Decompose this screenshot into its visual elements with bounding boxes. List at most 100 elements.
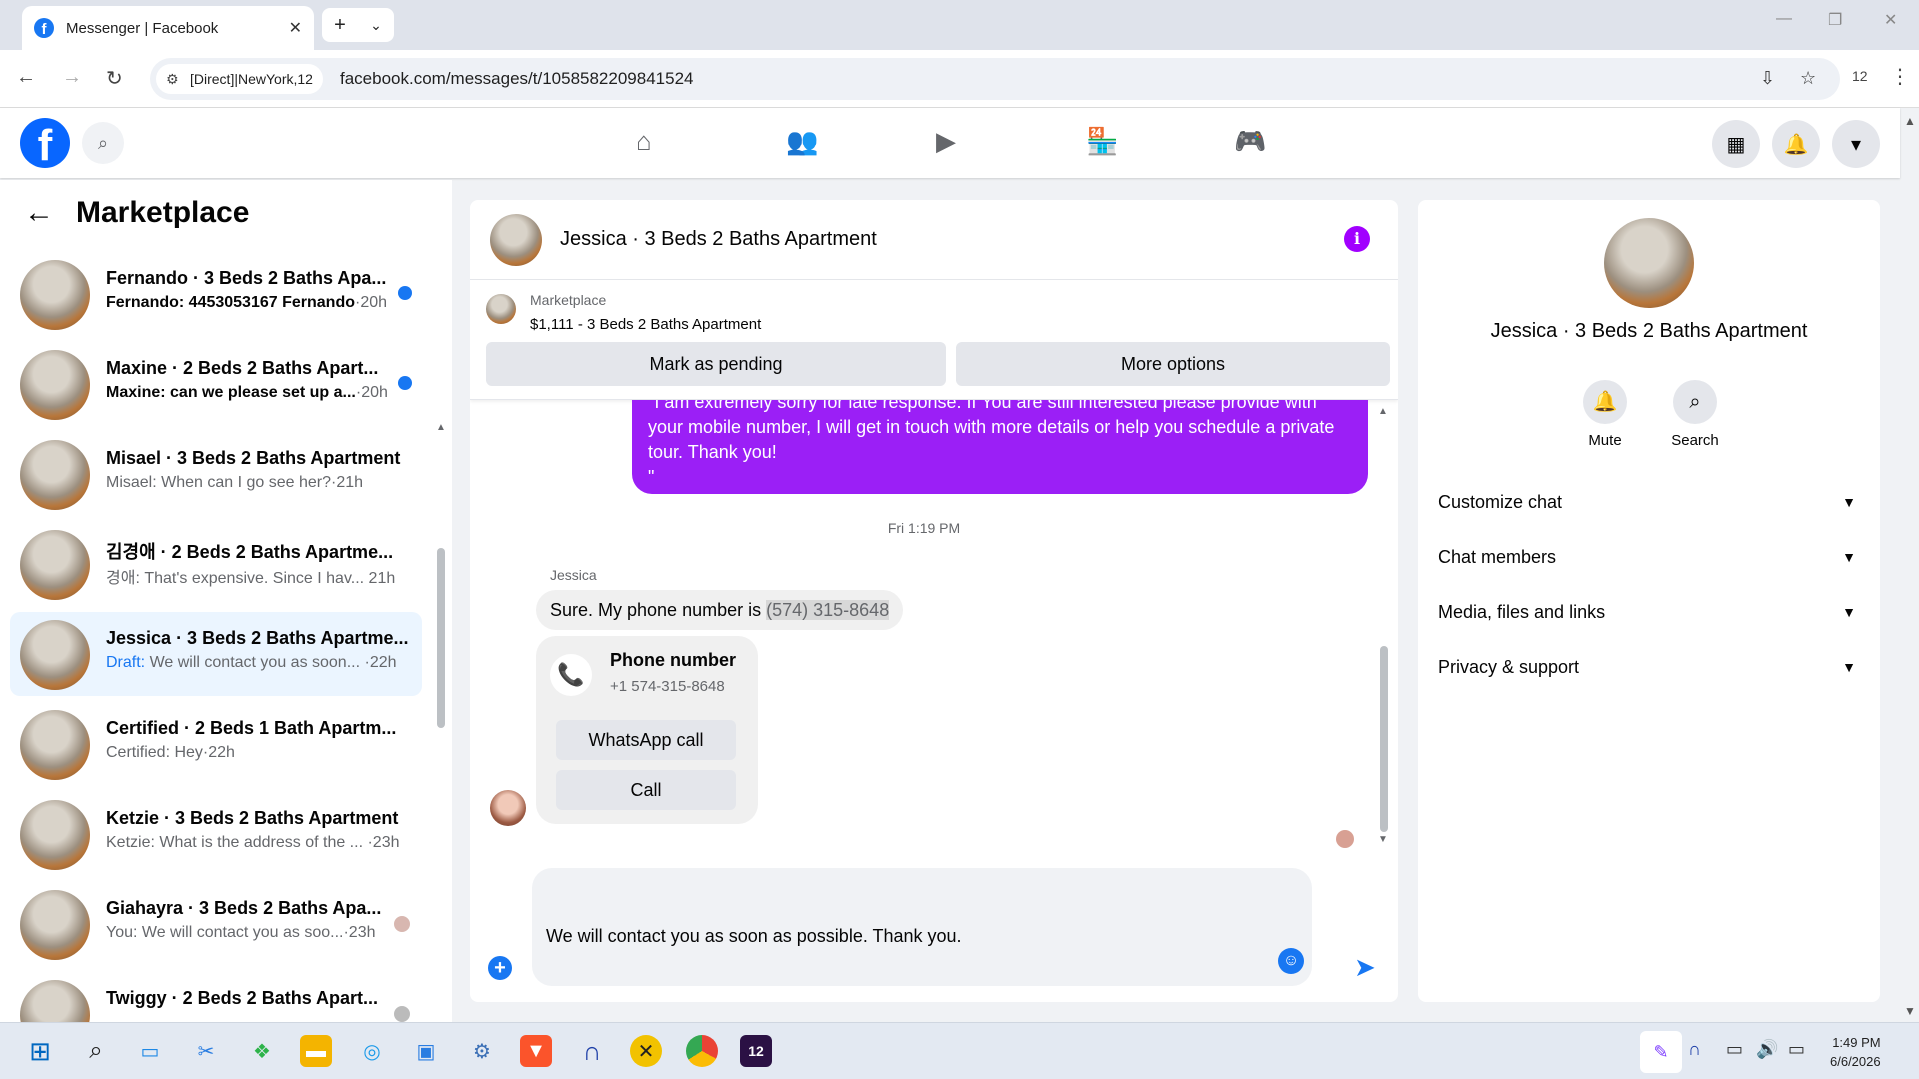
friends-icon[interactable]: 👥	[786, 126, 818, 157]
emoji-icon[interactable]: ☺	[1278, 948, 1304, 974]
conversation-item[interactable]: Twiggy · 2 Beds 2 Baths Apart...	[10, 972, 422, 1022]
home-icon[interactable]: ⌂	[636, 126, 652, 157]
browser-menu-icon[interactable]: ⋮	[1890, 64, 1910, 89]
page-scroll-down-icon[interactable]: ▼	[1904, 1004, 1916, 1018]
scroll-up-icon[interactable]: ▲	[436, 422, 446, 433]
add-attachment-icon[interactable]: +	[488, 956, 512, 980]
conversation-item[interactable]: Certified · 2 Beds 1 Bath Apartm... Cert…	[10, 702, 422, 786]
restore-icon[interactable]: ❐	[1828, 10, 1842, 30]
network-tool-icon[interactable]: ⚙	[466, 1035, 498, 1067]
marketplace-icon[interactable]: 🏪	[1086, 126, 1118, 157]
chat-scrollbar[interactable]: ▲ ▼	[1378, 406, 1390, 846]
chrome-icon[interactable]	[686, 1035, 718, 1067]
url-text[interactable]: facebook.com/messages/t/1058582209841524	[340, 69, 693, 89]
menu-grid-icon[interactable]: ▦	[1712, 120, 1760, 168]
account-chevron-icon[interactable]: ▾	[1832, 120, 1880, 168]
windows-start-icon[interactable]: ⊞	[24, 1035, 56, 1067]
info-icon[interactable]: i	[1344, 226, 1370, 252]
list-scrollbar[interactable]: ▲ ▼	[436, 250, 446, 1010]
conversation-item-active[interactable]: Jessica · 3 Beds 2 Baths Apartme... Draf…	[10, 612, 422, 696]
brave-browser-icon[interactable]: ▼	[520, 1035, 552, 1067]
chat-members-row[interactable]: Chat members ▼	[1438, 537, 1860, 577]
conversation-preview: Certified: Hey·22h	[106, 744, 235, 761]
new-tab-icon[interactable]: +	[334, 14, 346, 37]
mark-as-pending-button[interactable]: Mark as pending	[486, 342, 946, 386]
privacy-support-row[interactable]: Privacy & support ▼	[1438, 647, 1860, 687]
install-app-icon[interactable]: ⇩	[1760, 68, 1775, 89]
file-explorer-icon[interactable]: ▬	[300, 1035, 332, 1067]
forward-icon[interactable]: →	[62, 66, 82, 89]
conversation-preview: You: We will contact you as soo...·23h	[106, 924, 376, 941]
conversation-name: Certified · 2 Beds 1 Bath Apartm...	[106, 718, 397, 738]
gaming-icon[interactable]: 🎮	[1234, 126, 1266, 157]
conversation-item[interactable]: Fernando · 3 Beds 2 Baths Apa... Fernand…	[10, 252, 422, 336]
whatsapp-call-button[interactable]: WhatsApp call	[556, 720, 736, 760]
widgets-icon[interactable]: ❖	[246, 1035, 278, 1067]
minimize-icon[interactable]: —	[1776, 10, 1792, 28]
close-tab-icon[interactable]: ✕	[289, 18, 302, 38]
snipping-tool-icon[interactable]: ✂	[190, 1035, 222, 1067]
call-button[interactable]: Call	[556, 770, 736, 810]
scroll-thumb[interactable]	[1380, 646, 1388, 832]
clock-date: 6/6/2026	[1830, 1054, 1881, 1069]
page-scroll-up-icon[interactable]: ▲	[1904, 114, 1916, 128]
message-composer[interactable]: We will contact you as soon as possible.…	[532, 868, 1312, 986]
conversation-item[interactable]: Ketzie · 3 Beds 2 Baths Apartment Ketzie…	[10, 792, 422, 876]
browser-app-icon[interactable]: ◎	[356, 1035, 388, 1067]
reload-icon[interactable]: ↻	[106, 66, 123, 91]
browser-tab[interactable]: f Messenger | Facebook ✕	[22, 6, 314, 50]
profile-avatar[interactable]	[1604, 218, 1694, 308]
phone-icon: 📞	[550, 654, 592, 696]
seen-avatar	[392, 914, 412, 934]
display-tray-icon[interactable]: ▭	[1726, 1039, 1743, 1060]
conversation-item[interactable]: Misael · 3 Beds 2 Baths Apartment Misael…	[10, 432, 422, 516]
conversation-item[interactable]: Giahayra · 3 Beds 2 Baths Apa... You: We…	[10, 882, 422, 966]
chat-title[interactable]: Jessica · 3 Beds 2 Baths Apartment	[560, 228, 877, 251]
profile-count[interactable]: 12	[1852, 68, 1868, 84]
window-close-icon[interactable]: ✕	[1884, 10, 1897, 30]
site-info-chip[interactable]: ⚙ [Direct]|NewYork,12	[156, 64, 323, 94]
phone-link[interactable]: (574) 315-8648	[766, 600, 890, 620]
ix-browser-icon[interactable]: ✕	[630, 1035, 662, 1067]
conversation-preview: 경애: That's expensive. Since I hav... 21h	[106, 570, 396, 587]
marketplace-label: Marketplace	[530, 292, 607, 308]
profile-browser-icon[interactable]: 12	[740, 1035, 772, 1067]
tab-list-chevron-icon[interactable]: ⌄	[370, 17, 382, 34]
tab-title: Messenger | Facebook	[66, 19, 219, 37]
video-icon[interactable]: ▶	[936, 126, 956, 157]
scroll-down-icon[interactable]: ▼	[1378, 834, 1388, 845]
facebook-logo-icon[interactable]: f	[20, 118, 70, 168]
conversation-preview: Draft: We will contact you as soon... ·2…	[106, 654, 397, 671]
bookmark-star-icon[interactable]: ☆	[1800, 68, 1816, 89]
taskbar-search-icon[interactable]: ⌕	[80, 1035, 112, 1067]
omnibox[interactable]: ⚙ [Direct]|NewYork,12 facebook.com/messa…	[150, 58, 1840, 100]
volume-icon[interactable]: 🔊	[1756, 1039, 1778, 1060]
facebook-search-icon[interactable]: ⌕	[82, 122, 124, 164]
facebook-header: f ⌕ ⌂ 👥 ▶ 🏪 🎮 ▦ 🔔 ▾	[0, 108, 1900, 178]
back-arrow-icon[interactable]: ←	[24, 196, 54, 230]
vpn-tray-icon[interactable]: ∩	[1688, 1039, 1701, 1060]
chat-avatar[interactable]	[490, 214, 542, 266]
media-files-links-row[interactable]: Media, files and links ▼	[1438, 592, 1860, 632]
scroll-thumb[interactable]	[437, 548, 445, 728]
conversation-item[interactable]: Maxine · 2 Beds 2 Baths Apart... Maxine:…	[10, 342, 422, 426]
back-icon[interactable]: ←	[16, 66, 36, 89]
control-panel-icon[interactable]: ▣	[410, 1035, 442, 1067]
customize-chat-row[interactable]: Customize chat ▼	[1438, 482, 1860, 522]
notifications-bell-icon[interactable]: 🔔	[1772, 120, 1820, 168]
scroll-up-icon[interactable]: ▲	[1378, 406, 1388, 417]
send-icon[interactable]: ➤	[1354, 952, 1376, 983]
mute-action[interactable]: 🔔 Mute	[1560, 380, 1650, 449]
composer-text[interactable]: We will contact you as soon as possible.…	[546, 926, 962, 947]
listing-title[interactable]: $1,111 - 3 Beds 2 Baths Apartment	[530, 316, 761, 333]
pen-tray-icon[interactable]: ✎	[1640, 1031, 1682, 1073]
avatar	[20, 800, 90, 870]
card-title: Phone number	[610, 650, 737, 670]
more-options-button[interactable]: More options	[956, 342, 1390, 386]
task-view-icon[interactable]: ▭	[134, 1035, 166, 1067]
vpn-app-icon[interactable]: ∩	[576, 1035, 608, 1067]
system-clock[interactable]: 1:49 PM 6/6/2026	[1830, 1033, 1881, 1071]
conversation-item[interactable]: 김경애 · 2 Beds 2 Baths Apartme... 경애: That…	[10, 522, 422, 606]
battery-icon[interactable]: ▭	[1788, 1039, 1805, 1060]
search-action[interactable]: ⌕ Search	[1650, 380, 1740, 449]
